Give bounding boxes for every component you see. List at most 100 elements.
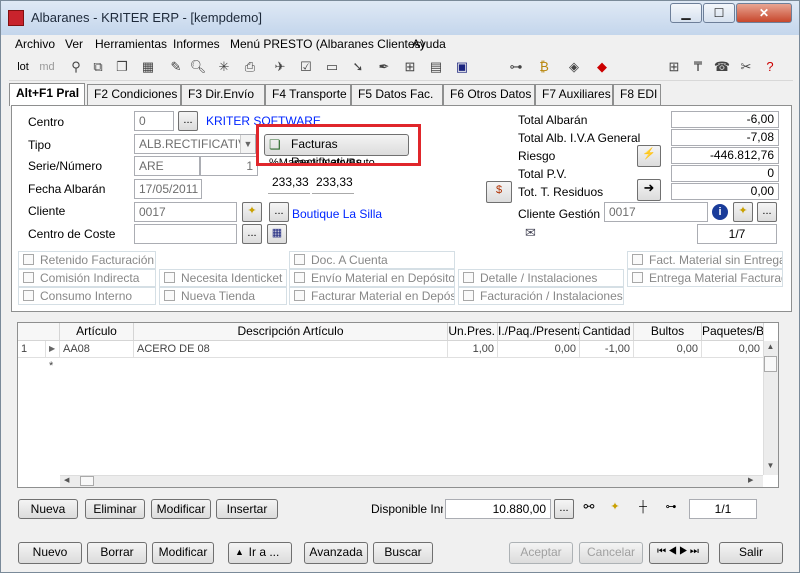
contacts-icon[interactable]: ✉ (525, 225, 536, 241)
avanzada-button[interactable]: Avanzada (304, 542, 368, 564)
tab-condiciones[interactable]: F2 Condiciones (87, 84, 181, 105)
cliente-field[interactable]: 0017 (134, 202, 237, 222)
tab-edi[interactable]: F8 EDI (613, 84, 661, 105)
split-icon[interactable]: ┼ (633, 499, 653, 519)
check-nueva-tienda[interactable]: Nueva Tienda (159, 287, 287, 305)
menu-ayuda[interactable]: Ayuda (412, 37, 446, 51)
wand-icon[interactable]: ✦ (733, 202, 753, 222)
pen-icon[interactable]: ✒ (375, 58, 393, 76)
check-doc-a-cuenta[interactable]: Doc. A Cuenta (289, 251, 455, 269)
wand-icon[interactable]: ✦ (605, 499, 625, 519)
check-detalle-instalaciones[interactable]: Detalle / Instalaciones (458, 269, 624, 287)
tf-icon[interactable]: ₸ (689, 58, 707, 76)
maximize-button[interactable]: ☐ (703, 3, 735, 23)
centro-field[interactable]: 0 (134, 111, 174, 131)
tag-icon[interactable]: ◆ (593, 58, 611, 76)
phone-icon[interactable]: ☎ (713, 58, 731, 76)
menu-presto[interactable]: Menú PRESTO (Albaranes Clientes) (230, 37, 425, 51)
grid-header-unpres[interactable]: Un.Pres. (448, 323, 498, 341)
insertar-button[interactable]: Insertar (216, 499, 278, 519)
check-doc-icon[interactable]: ☑ (297, 58, 315, 76)
grid-header-descripcion[interactable]: Descripción Artículo (134, 323, 448, 341)
doc-icon[interactable]: ▤ (427, 58, 445, 76)
grid-hscrollbar[interactable] (60, 475, 763, 487)
modificar-line-button[interactable]: Modificar (151, 499, 211, 519)
borrar-button[interactable]: Borrar (87, 542, 147, 564)
grid-hscroll-thumb[interactable] (80, 476, 94, 486)
grid-header-bultos[interactable]: Bultos (634, 323, 702, 341)
money-icon[interactable]: ₿ (535, 58, 553, 76)
money-bag-icon[interactable]: $ (486, 181, 512, 203)
grid-header-paq[interactable]: I./Paq./Presenta (498, 323, 580, 341)
tool-icon[interactable]: ✈ (271, 58, 289, 76)
serie-field[interactable]: ARE (134, 156, 200, 176)
wand-icon[interactable]: ✦ (242, 202, 262, 222)
binoculars-icon[interactable]: ⚯ (579, 499, 599, 519)
menu-informes[interactable]: Informes (173, 37, 220, 51)
tab-pral[interactable]: Alt+F1 Pral (9, 83, 85, 106)
cell-paquetes[interactable]: 0,00 (702, 341, 764, 358)
tree-icon[interactable]: ⊶ (661, 499, 681, 519)
tab-dir-envio[interactable]: F3 Dir.Envío (181, 84, 265, 105)
disk-icon[interactable]: ◈ (565, 58, 583, 76)
tree-icon[interactable]: ⊞ (401, 58, 419, 76)
clip-icon[interactable]: ✂ (737, 58, 755, 76)
cliente-lookup-button[interactable]: ... (269, 202, 289, 222)
preview-icon[interactable]: 🔍︎ (189, 58, 207, 76)
check-facturacion-instalaciones[interactable]: Facturación / Instalaciones (458, 287, 624, 305)
cell-unpres[interactable]: 1,00 (448, 341, 498, 358)
tab-auxiliares[interactable]: F7 Auxiliares (535, 84, 613, 105)
cell-cantidad[interactable]: -1,00 (580, 341, 634, 358)
cell-descripcion[interactable]: ACERO DE 08 (134, 341, 448, 358)
help-icon[interactable]: ? (761, 58, 779, 76)
salir-button[interactable]: Salir (719, 542, 783, 564)
info-icon[interactable]: i (712, 204, 728, 220)
edit-icon[interactable]: ✎ (167, 58, 185, 76)
lot-button[interactable]: lot (13, 58, 33, 76)
grid-vscroll-thumb[interactable] (764, 356, 777, 372)
calculator-icon[interactable]: ▣ (453, 58, 471, 76)
cursor-icon[interactable]: ➘ (349, 58, 367, 76)
md-button[interactable]: md (37, 58, 57, 76)
grid-header-paquetes[interactable]: Paquetes/Bu (702, 323, 764, 341)
tab-datos-fac[interactable]: F5 Datos Fac. (351, 84, 443, 105)
chevron-down-icon[interactable]: ▼ (240, 135, 255, 153)
print-icon[interactable]: ⎙ (241, 58, 259, 76)
nueva-button[interactable]: Nueva (18, 499, 78, 519)
cancelar-button[interactable]: Cancelar (579, 542, 643, 564)
rect-icon[interactable]: ▭ (323, 58, 341, 76)
scroll-left-icon[interactable]: ◀ (64, 476, 78, 486)
scroll-down-icon[interactable]: ▼ (764, 461, 777, 474)
tab-otros-datos[interactable]: F6 Otros Datos (443, 84, 535, 105)
cell-articulo[interactable]: AA08 (60, 341, 134, 358)
pin-icon[interactable]: ⚲ (67, 58, 85, 76)
ir-a-button[interactable]: ▲ Ir a ... (228, 542, 292, 564)
bracket-icon[interactable]: ⧉ (89, 58, 107, 76)
check-envio-material-deposito[interactable]: Envío Material en Depósito (289, 269, 455, 287)
tab-transporte[interactable]: F4 Transporte (265, 84, 351, 105)
cliente-gestion-field[interactable]: 0017 (604, 202, 708, 222)
scroll-up-icon[interactable]: ▲ (764, 342, 777, 355)
calendar-icon[interactable]: ▦ (267, 224, 287, 244)
menu-archivo[interactable]: Archivo (15, 37, 55, 51)
coste-lookup-button[interactable]: ... (242, 224, 262, 244)
network-icon[interactable]: ⊶ (507, 58, 525, 76)
check-comision-indirecta[interactable]: Comisión Indirecta (18, 269, 156, 287)
numero-field[interactable]: 1 (200, 156, 258, 176)
copy-icon[interactable]: ❐ (113, 58, 131, 76)
record-navigator[interactable]: ⏮◀▶⏭ (649, 542, 709, 564)
disponible-lookup-button[interactable]: ... (554, 499, 574, 519)
aceptar-button[interactable]: Aceptar (509, 542, 573, 564)
nuevo-button[interactable]: Nuevo (18, 542, 82, 564)
check-necesita-identicket[interactable]: Necesita Identicket (159, 269, 287, 287)
check-fact-material-sin-entrega[interactable]: Fact. Material sin Entrega (627, 251, 783, 269)
check-facturar-material-deposito[interactable]: Facturar Material en Depósito (289, 287, 455, 305)
close-button[interactable]: ✕ (736, 3, 792, 23)
grid-icon[interactable]: ▦ (139, 58, 157, 76)
sparkle-icon[interactable]: ✳ (215, 58, 233, 76)
modificar-button[interactable]: Modificar (152, 542, 214, 564)
text-grid-icon[interactable]: ⊞ (665, 58, 683, 76)
menu-ver[interactable]: Ver (65, 37, 83, 51)
menu-herramientas[interactable]: Herramientas (95, 37, 167, 51)
grid-header-articulo[interactable]: Artículo (60, 323, 134, 341)
